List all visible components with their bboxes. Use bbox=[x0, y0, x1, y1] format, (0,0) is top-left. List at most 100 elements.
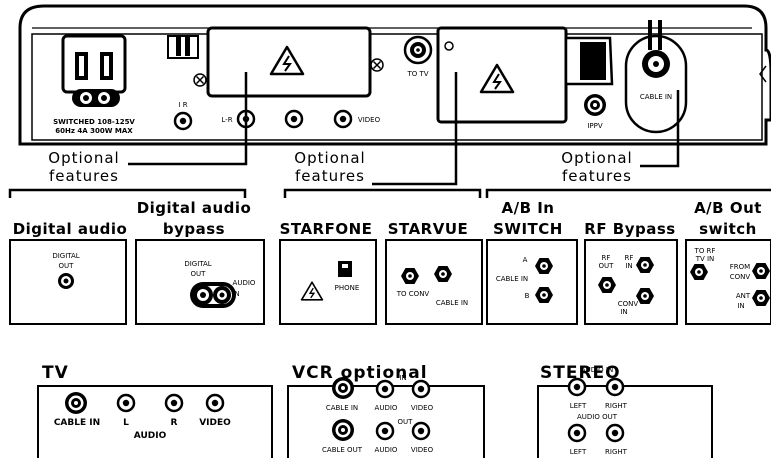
tv-l-label: L bbox=[123, 418, 129, 428]
from-conv-label-1: FROM bbox=[730, 263, 750, 271]
lr-label: L-R bbox=[221, 116, 232, 124]
tv-video-jack[interactable] bbox=[205, 393, 225, 413]
ab-in-b-label: B bbox=[525, 292, 530, 300]
digital-audio-title: Digital audio bbox=[13, 220, 128, 238]
tv-audio-r-jack[interactable] bbox=[164, 393, 184, 413]
ippv-jack[interactable] bbox=[583, 93, 607, 117]
tv-panel: CABLE IN L R VIDEO AUDIO bbox=[37, 385, 273, 458]
phone-label: PHONE bbox=[335, 284, 360, 292]
vcr-panel: IN CABLE IN AUDIO VIDEO OUT CABLE OUT AU… bbox=[287, 374, 485, 458]
digital-audio-module: DIGITAL OUT bbox=[9, 239, 127, 325]
power-rating-label-1: SWITCHED 108-125V bbox=[53, 118, 135, 126]
bypass-out-label: OUT bbox=[191, 270, 207, 278]
starvue-cable-in-label: CABLE IN bbox=[436, 299, 468, 307]
ab-out-title-2: switch bbox=[699, 220, 757, 238]
screw-icon bbox=[193, 73, 207, 87]
from-conv-label-2: CONV bbox=[730, 273, 751, 281]
digital-label: DIGITAL bbox=[52, 252, 79, 260]
digital-audio-bypass-title-1: Digital audio bbox=[137, 199, 252, 217]
connection-diagram: SWITCHED 108-125V 60Hz 4A 300W MAX TO TV… bbox=[8, 4, 771, 458]
ab-out-title-1: A/B Out bbox=[694, 199, 762, 217]
right-optional-label: Optional bbox=[561, 149, 632, 167]
ippv-label: IPPV bbox=[587, 122, 603, 130]
digital-audio-bypass-module: DIGITAL OUT AUDIO IN bbox=[135, 239, 265, 325]
left-optional-label: Optional bbox=[48, 149, 119, 167]
stereo-right-in-label: RIGHT bbox=[605, 402, 628, 410]
bracket-clip bbox=[167, 35, 199, 59]
to-conv-label: TO CONV bbox=[396, 290, 430, 298]
ant-in-label-1: ANT bbox=[736, 292, 751, 300]
stereo-right-out-label: RIGHT bbox=[605, 448, 628, 456]
rca-jack[interactable] bbox=[284, 109, 304, 129]
rf-bypass-module: RF OUT RF IN CONV IN bbox=[584, 239, 678, 325]
starfone-title: STARFONE bbox=[280, 220, 373, 238]
video-jack[interactable] bbox=[333, 109, 353, 129]
left-features-label: features bbox=[49, 167, 119, 185]
vcr-audio-in-jack[interactable] bbox=[375, 379, 395, 399]
middle-features-label: features bbox=[295, 167, 365, 185]
ab-in-cable-in-label: CABLE IN bbox=[496, 275, 528, 283]
tv-video-label: VIDEO bbox=[199, 418, 231, 428]
tv-title: TV bbox=[42, 363, 69, 383]
digital-audio-bypass-title-2: bypass bbox=[163, 220, 225, 238]
rf-out-label-2: OUT bbox=[599, 262, 615, 270]
vcr-cable-out-jack[interactable] bbox=[331, 418, 355, 442]
vcr-video-out-label: VIDEO bbox=[411, 446, 434, 454]
ant-in-label-2: IN bbox=[737, 302, 744, 310]
ab-in-title-2: SWITCH bbox=[493, 220, 563, 238]
vcr-cable-in-label: CABLE IN bbox=[326, 404, 358, 412]
starvue-module: TO CONV CABLE IN bbox=[385, 239, 483, 325]
digital-out-jack[interactable] bbox=[58, 273, 74, 289]
video-label: VIDEO bbox=[358, 116, 381, 124]
stereo-audio-in-label: AUDIO IN bbox=[581, 366, 613, 374]
stereo-left-in-jack[interactable] bbox=[567, 377, 587, 397]
bypass-digital-label: DIGITAL bbox=[184, 260, 211, 268]
vcr-out-label: OUT bbox=[398, 418, 414, 426]
ir-label: I R bbox=[178, 101, 187, 109]
phone-jack-icon[interactable] bbox=[338, 261, 352, 277]
vcr-in-label: IN bbox=[399, 374, 406, 382]
tv-cable-in-label: CABLE IN bbox=[54, 418, 100, 428]
left-option-cover bbox=[206, 26, 372, 98]
screw-icon bbox=[370, 58, 384, 72]
vcr-video-in-jack[interactable] bbox=[411, 379, 431, 399]
stereo-right-out-jack[interactable] bbox=[605, 423, 625, 443]
starfone-module: PHONE bbox=[279, 239, 377, 325]
to-rf-label-2: TV IN bbox=[695, 255, 715, 263]
stereo-right-in-jack[interactable] bbox=[605, 377, 625, 397]
rf-out-label-1: RF bbox=[602, 254, 611, 262]
tv-r-label: R bbox=[171, 418, 178, 428]
middle-optional-label: Optional bbox=[294, 149, 365, 167]
vcr-audio-out-label: AUDIO bbox=[375, 446, 398, 454]
tv-audio-l-jack[interactable] bbox=[116, 393, 136, 413]
starvue-title: STARVUE bbox=[388, 220, 469, 238]
vcr-cable-in-jack[interactable] bbox=[331, 376, 355, 400]
vcr-video-out-jack[interactable] bbox=[411, 421, 431, 441]
bypass-loop-cable[interactable] bbox=[190, 282, 236, 308]
stereo-left-in-label: LEFT bbox=[570, 402, 587, 410]
rf-in-label-2: IN bbox=[625, 262, 632, 270]
conv-label-2: IN bbox=[620, 308, 627, 316]
to-tv-jack[interactable] bbox=[403, 35, 433, 65]
stereo-left-out-jack[interactable] bbox=[567, 423, 587, 443]
stereo-audio-out-label: AUDIO OUT bbox=[577, 413, 618, 421]
conv-label-1: CONV bbox=[618, 300, 639, 308]
ab-in-title-1: A/B In bbox=[501, 199, 554, 217]
ab-out-switch-module: TO RF TV IN FROM CONV ANT IN bbox=[685, 239, 771, 325]
vcr-audio-out-jack[interactable] bbox=[375, 421, 395, 441]
coax-adapter bbox=[564, 36, 614, 86]
rf-in-label-1: RF bbox=[625, 254, 634, 262]
bypass-audio-label: AUDIO bbox=[233, 279, 256, 287]
power-rating-label-2: 60Hz 4A 300W MAX bbox=[55, 127, 133, 135]
ab-in-switch-module: A CABLE IN B bbox=[486, 239, 578, 325]
to-rf-label-1: TO RF bbox=[694, 247, 716, 255]
out-label: OUT bbox=[59, 262, 75, 270]
tv-cable-in-jack[interactable] bbox=[64, 391, 88, 415]
vcr-audio-in-label: AUDIO bbox=[375, 404, 398, 412]
ir-jack[interactable] bbox=[173, 111, 193, 131]
tv-audio-label: AUDIO bbox=[134, 431, 167, 441]
to-tv-label: TO TV bbox=[406, 70, 428, 78]
power-outlet bbox=[61, 34, 127, 107]
cable-in-label: CABLE IN bbox=[640, 93, 672, 101]
ab-in-a-label: A bbox=[523, 256, 528, 264]
